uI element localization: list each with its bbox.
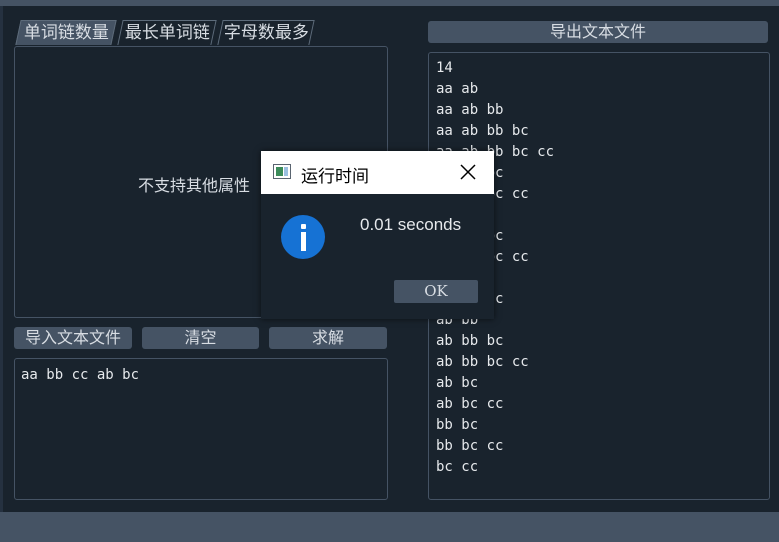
status-bar: [0, 512, 779, 542]
output-line: 14: [436, 60, 453, 76]
app-window-icon: [273, 164, 291, 179]
output-line: ab bc cc: [436, 396, 504, 412]
dialog-title: 运行时间: [301, 167, 369, 187]
tab-longest-chain[interactable]: 最长单词链: [117, 20, 217, 45]
output-line: aa ab: [436, 81, 479, 97]
input-text: aa bb cc ab bc: [21, 367, 140, 383]
solve-button[interactable]: 求解: [269, 327, 387, 349]
output-line: ab bb bc cc: [436, 354, 529, 370]
tab-chain-count[interactable]: 单词链数量: [15, 20, 117, 45]
output-line: aa ab bb: [436, 102, 504, 118]
information-icon: [281, 215, 325, 259]
output-line: bc cc: [436, 459, 479, 475]
close-icon[interactable]: [457, 161, 479, 183]
output-line: ab bb bc: [436, 333, 504, 349]
clear-button[interactable]: 清空: [142, 327, 259, 349]
tab-most-letters[interactable]: 字母数最多: [217, 20, 315, 45]
window-left-edge: [0, 6, 3, 512]
dialog-message: 0.01 seconds: [360, 215, 462, 234]
output-line: bb bc cc: [436, 438, 504, 454]
runtime-dialog: 运行时间 0.01 seconds OK: [261, 151, 494, 319]
output-line: bb bc: [436, 417, 479, 433]
dialog-titlebar: 运行时间: [261, 151, 494, 194]
output-line: aa ab bb bc: [436, 123, 529, 139]
ok-button[interactable]: OK: [394, 280, 478, 303]
import-file-button[interactable]: 导入文本文件: [14, 327, 132, 349]
unsupported-message: 不支持其他属性: [138, 176, 251, 195]
export-file-button[interactable]: 导出文本文件: [428, 21, 768, 43]
output-line: ab bc: [436, 375, 479, 391]
window-top-border: [0, 0, 779, 6]
